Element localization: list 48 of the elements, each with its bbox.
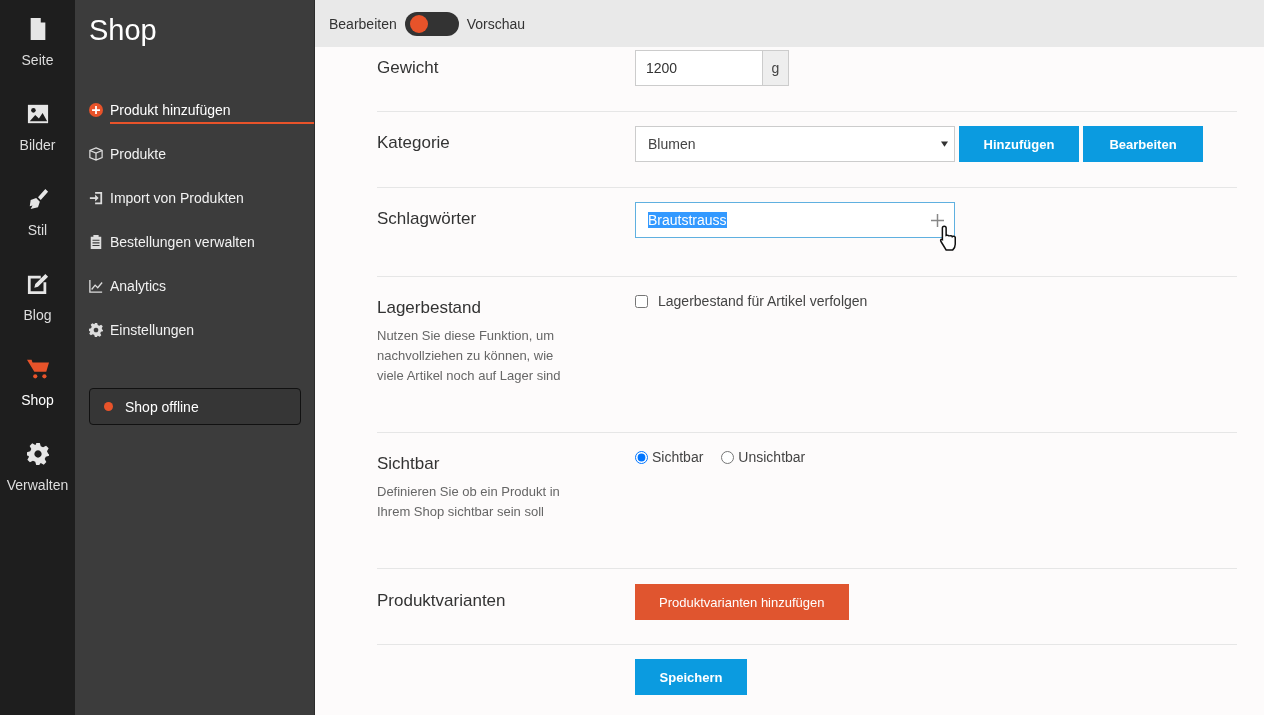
mode-toggle[interactable] xyxy=(404,11,459,36)
field-label: Gewicht xyxy=(377,58,439,78)
edit-icon xyxy=(26,273,49,295)
caret-icon xyxy=(941,141,948,147)
rail-item[interactable]: Shop xyxy=(0,354,75,439)
cart-icon xyxy=(26,358,49,380)
visibility-radio[interactable] xyxy=(721,450,735,464)
menu-item[interactable]: Einstellungen xyxy=(89,308,314,352)
shop-status-button[interactable]: Shop offline xyxy=(89,388,301,425)
add-variants-button[interactable]: Produktvarianten hinzufügen xyxy=(635,584,849,620)
clipboard-icon xyxy=(89,235,103,249)
stock-checkbox[interactable] xyxy=(635,294,648,308)
sidebar-title: Shop xyxy=(89,13,158,48)
checkbox-label: Lagerbestand für Artikel verfolgen xyxy=(658,293,868,309)
menu-item[interactable]: Bestellungen verwalten xyxy=(89,220,314,264)
field-description: Definieren Sie ob ein Produkt in Ihrem Shop sichtbar sein soll xyxy=(377,483,561,521)
edit-mode-label: Bearbeiten xyxy=(329,15,397,32)
menu-item[interactable]: Produkte xyxy=(89,132,314,176)
rail-item[interactable]: Verwalten xyxy=(0,439,75,524)
field-label: Kategorie xyxy=(377,133,450,153)
menu-item[interactable]: Import von Produkten xyxy=(89,176,314,220)
gear-icon xyxy=(89,323,103,337)
menu-item[interactable]: Produkt hinzufügen xyxy=(89,88,314,132)
visibility-radio[interactable] xyxy=(635,450,648,464)
radio-label: Unsichtbar xyxy=(738,449,806,465)
menu-item[interactable]: Analytics xyxy=(89,264,314,308)
gear-icon xyxy=(26,443,49,465)
rail-item[interactable]: Stil xyxy=(0,184,75,269)
import-icon xyxy=(89,191,103,205)
preview-mode-label: Vorschau xyxy=(466,15,526,32)
add-icon xyxy=(89,103,103,117)
field-label: Schlagwörter xyxy=(377,209,477,229)
rail-item[interactable]: Bilder xyxy=(0,99,75,184)
field-description: Nutzen Sie diese Funktion, um nachvollziehen zu können, wie viele Artikel noch auf Lager sind xyxy=(377,327,562,385)
chart-icon xyxy=(89,279,103,293)
unit-addon: g xyxy=(763,50,789,86)
box-icon xyxy=(89,147,103,161)
field-label: Produktvarianten xyxy=(377,591,506,611)
rail-item[interactable]: Blog xyxy=(0,269,75,354)
pointer-cursor-icon xyxy=(938,223,958,253)
field-label: Sichtbar xyxy=(377,454,440,474)
add-icon[interactable] xyxy=(931,213,944,227)
rail-item[interactable]: Seite xyxy=(0,14,75,99)
weight-input[interactable]: 1200 xyxy=(635,50,763,86)
category-select[interactable]: Blumen xyxy=(635,126,955,162)
radio-label: Sichtbar xyxy=(652,449,704,465)
image-icon xyxy=(26,103,49,125)
field-label: Lagerbestand xyxy=(377,298,481,318)
